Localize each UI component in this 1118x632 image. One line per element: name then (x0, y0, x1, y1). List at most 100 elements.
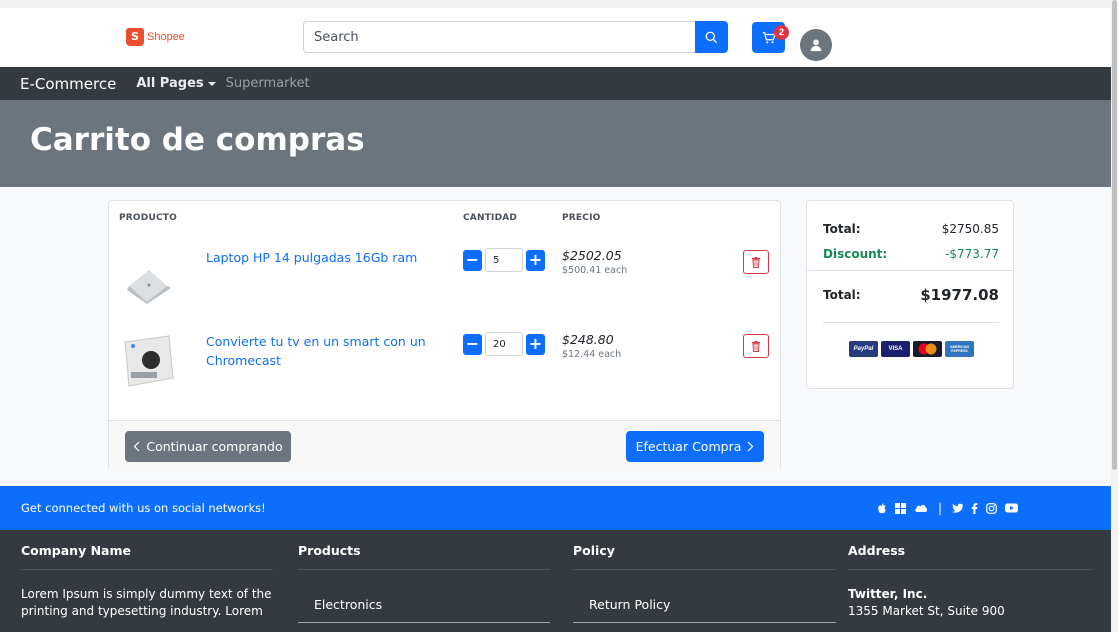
cart-count-badge: 2 (774, 25, 789, 40)
footer-divider (21, 569, 273, 570)
footer-company-heading: Company Name (21, 543, 131, 558)
footer-policy-heading: Policy (573, 543, 615, 558)
visa-icon: VISA (881, 341, 910, 357)
product-link[interactable]: Laptop HP 14 pulgadas 16Gb ram (206, 248, 426, 267)
nav-all-pages-label: All Pages (136, 76, 204, 91)
search-input[interactable] (303, 21, 695, 53)
summary-divider (807, 270, 1013, 271)
decrease-quantity-button[interactable]: − (463, 333, 482, 355)
cart-footer: Continuar comprando Efectuar Compra (109, 420, 780, 471)
amex-icon: AMERICAN EXPRESS (945, 341, 974, 357)
footer-divider (298, 569, 550, 570)
summary-total-row: Total: $1977.08 (823, 286, 999, 304)
user-avatar[interactable] (800, 29, 832, 61)
separator: | (938, 501, 943, 515)
summary-subtotal-row: Total: $2750.85 (823, 222, 999, 236)
continue-shopping-button[interactable]: Continuar comprando (125, 431, 291, 462)
subtotal-label: Total: (823, 222, 861, 236)
footer-address-line: 1355 Market St, Suite 900 (848, 604, 1005, 618)
scrollbar-thumb[interactable] (1112, 0, 1117, 470)
social-icons: | (877, 501, 1019, 515)
remove-item-button[interactable] (743, 250, 769, 274)
column-header-quantity: CANTIDAD (463, 213, 518, 223)
column-header-price: PRECIO (562, 213, 601, 223)
price-cell: $248.80 $12.44 each (562, 332, 621, 360)
payment-methods: PayPal VISA mastercard AMERICAN EXPRESS (849, 341, 974, 357)
windows-icon[interactable] (895, 502, 906, 514)
continue-shopping-label: Continuar comprando (146, 439, 283, 454)
footer-products-column: Products Electronics (298, 530, 550, 623)
search-button[interactable] (695, 21, 728, 53)
cart-row: Convierte tu tv en un smart con un Chrom… (109, 332, 780, 412)
shopee-bag-icon: S (126, 28, 144, 46)
line-total: $248.80 (562, 332, 614, 347)
footer-company-text: Lorem Ipsum is simply dummy text of the … (21, 587, 272, 618)
trash-icon (752, 340, 760, 352)
quantity-input[interactable]: 5 (485, 248, 523, 272)
mastercard-icon: mastercard (913, 341, 942, 357)
column-header-product: PRODUCTO (119, 213, 177, 223)
facebook-icon[interactable] (971, 502, 978, 514)
summary-divider (823, 322, 999, 323)
cart-button[interactable]: 2 (752, 22, 789, 53)
chromecast-image (121, 332, 177, 388)
caret-down-icon (207, 81, 216, 86)
user-icon (810, 39, 822, 52)
search-icon (705, 31, 718, 43)
footer-divider (573, 569, 836, 570)
footer-link-return-policy[interactable]: Return Policy (589, 597, 836, 612)
cart-table-card: PRODUCTO CANTIDAD PRECIO Laptop HP 14 pu… (108, 200, 781, 471)
nav-supermarket[interactable]: Supermarket (226, 76, 310, 91)
checkout-button[interactable]: Efectuar Compra (626, 431, 764, 462)
apple-icon[interactable] (877, 502, 887, 514)
remove-item-button[interactable] (743, 334, 769, 358)
nav-all-pages[interactable]: All Pages (136, 76, 216, 91)
order-summary-card: Total: $2750.85 Discount: -$773.77 Total… (806, 200, 1014, 389)
footer-link-underline (298, 622, 550, 623)
cart-row: Laptop HP 14 pulgadas 16Gb ram − 5 + $25… (109, 248, 780, 328)
quantity-input[interactable]: 20 (485, 332, 523, 356)
quantity-stepper: − 20 + (463, 332, 545, 356)
laptop-image (121, 256, 177, 312)
footer-address-heading: Address (848, 543, 906, 558)
search-bar (303, 21, 728, 53)
grand-total-value: $1977.08 (920, 286, 999, 304)
paypal-icon: PayPal (849, 341, 878, 357)
shopee-logo[interactable]: S Shopee (126, 28, 185, 46)
quantity-stepper: − 5 + (463, 248, 545, 272)
discount-value: -$773.77 (945, 247, 999, 261)
chevron-right-icon (747, 441, 754, 452)
footer-divider (848, 569, 1093, 570)
price-cell: $2502.05 $500.41 each (562, 248, 627, 276)
page-footer: Company Name Lorem Ipsum is simply dummy… (0, 530, 1111, 632)
unit-price: $500.41 each (562, 265, 628, 276)
logo-text: Shopee (147, 31, 185, 43)
line-total: $2502.05 (562, 248, 622, 263)
page-scrollbar[interactable] (1111, 0, 1118, 632)
top-header: S Shopee 2 (0, 0, 1111, 67)
summary-discount-row: Discount: -$773.77 (823, 247, 999, 261)
discount-label: Discount: (823, 247, 888, 261)
increase-quantity-button[interactable]: + (526, 249, 545, 271)
subtotal-value: $2750.85 (941, 222, 999, 236)
product-link[interactable]: Convierte tu tv en un smart con un Chrom… (206, 332, 426, 370)
unit-price: $12.44 each (562, 349, 622, 360)
increase-quantity-button[interactable]: + (526, 333, 545, 355)
trash-icon (752, 256, 760, 268)
navbar-brand[interactable]: E-Commerce (20, 75, 116, 93)
footer-company-column: Company Name Lorem Ipsum is simply dummy… (21, 530, 273, 620)
social-text: Get connected with us on social networks… (21, 501, 266, 515)
grand-total-label: Total: (823, 288, 861, 302)
twitter-icon[interactable] (952, 503, 964, 513)
page-hero: Carrito de compras (0, 100, 1111, 187)
youtube-icon[interactable] (1005, 503, 1019, 513)
footer-link-electronics[interactable]: Electronics (314, 597, 550, 612)
footer-address-name: Twitter, Inc. (848, 587, 928, 601)
main-navbar: E-Commerce All Pages Supermarket (0, 67, 1111, 100)
page-title: Carrito de compras (30, 122, 365, 158)
decrease-quantity-button[interactable]: − (463, 249, 482, 271)
cloud-icon[interactable] (914, 503, 928, 513)
footer-products-heading: Products (298, 543, 361, 558)
social-bar: Get connected with us on social networks… (0, 486, 1111, 530)
instagram-icon[interactable] (986, 502, 997, 514)
